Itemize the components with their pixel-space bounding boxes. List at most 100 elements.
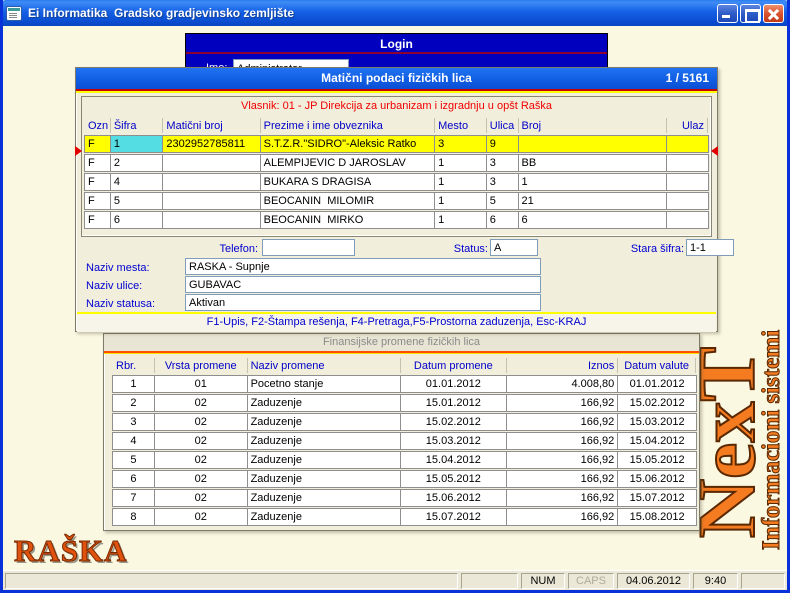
table-cell[interactable]: 166,92 xyxy=(507,471,619,487)
table-cell[interactable]: S.T.Z.R."SIDRO"-Aleksic Ratko xyxy=(261,136,436,152)
table-cell[interactable]: 15.03.2012 xyxy=(401,433,507,449)
naziv-mesta-input[interactable] xyxy=(185,258,541,275)
table-cell[interactable]: 6 xyxy=(111,212,164,228)
table-cell[interactable] xyxy=(519,136,668,152)
table-cell[interactable]: 15.03.2012 xyxy=(618,414,696,430)
table-cell[interactable]: 5 xyxy=(111,193,164,209)
table-cell[interactable]: 02 xyxy=(155,433,248,449)
table-cell[interactable]: 15.06.2012 xyxy=(618,471,696,487)
table-row[interactable]: 602Zaduzenje15.05.2012166,9215.06.2012 xyxy=(112,470,697,488)
table-cell[interactable]: 21 xyxy=(519,193,668,209)
table-cell[interactable]: Zaduzenje xyxy=(248,490,401,506)
status-input[interactable] xyxy=(490,239,538,256)
table-cell[interactable]: 02 xyxy=(155,395,248,411)
table-cell[interactable]: 166,92 xyxy=(507,509,619,525)
table-cell[interactable]: Zaduzenje xyxy=(248,433,401,449)
maximize-icon[interactable] xyxy=(740,4,761,23)
table-cell[interactable]: 166,92 xyxy=(507,395,619,411)
table-cell[interactable] xyxy=(163,212,260,228)
table-cell[interactable]: 15.08.2012 xyxy=(618,509,696,525)
table-row[interactable]: 302Zaduzenje15.02.2012166,9215.03.2012 xyxy=(112,413,697,431)
table-cell[interactable]: 15.07.2012 xyxy=(401,509,507,525)
table-cell[interactable]: 4.008,80 xyxy=(507,376,619,392)
table-cell[interactable]: 15.02.2012 xyxy=(618,395,696,411)
table-cell[interactable] xyxy=(667,136,708,152)
table-row[interactable]: 402Zaduzenje15.03.2012166,9215.04.2012 xyxy=(112,432,697,450)
table-cell[interactable]: 6 xyxy=(519,212,668,228)
table-cell[interactable]: Zaduzenje xyxy=(248,509,401,525)
table-cell[interactable]: 15.02.2012 xyxy=(401,414,507,430)
table-cell[interactable]: 4 xyxy=(113,433,155,449)
table-cell[interactable]: 4 xyxy=(111,174,164,190)
minimize-icon[interactable] xyxy=(717,4,738,23)
table-cell[interactable]: 6 xyxy=(487,212,519,228)
table-cell[interactable]: F xyxy=(85,174,111,190)
table-cell[interactable]: Zaduzenje xyxy=(248,395,401,411)
table-cell[interactable]: 1 xyxy=(435,193,487,209)
table-cell[interactable] xyxy=(667,174,708,190)
table-row[interactable]: F5BEOCANIN MILOMIR1521 xyxy=(84,192,709,210)
table-cell[interactable]: 01.01.2012 xyxy=(401,376,507,392)
table-cell[interactable]: 3 xyxy=(487,174,519,190)
table-cell[interactable]: 15.05.2012 xyxy=(618,452,696,468)
table-row[interactable]: F4BUKARA S DRAGISA131 xyxy=(84,173,709,191)
table-cell[interactable]: 166,92 xyxy=(507,433,619,449)
table-cell[interactable] xyxy=(667,193,708,209)
table-cell[interactable]: 02 xyxy=(155,471,248,487)
table-cell[interactable]: 1 xyxy=(435,174,487,190)
table-cell[interactable] xyxy=(163,174,260,190)
table-cell[interactable]: 02 xyxy=(155,490,248,506)
table-cell[interactable]: F xyxy=(85,136,111,152)
table-cell[interactable]: 15.04.2012 xyxy=(401,452,507,468)
table-cell[interactable]: F xyxy=(85,212,111,228)
table-cell[interactable]: 166,92 xyxy=(507,490,619,506)
table-cell[interactable]: 2302952785811 xyxy=(163,136,260,152)
table-cell[interactable]: 1 xyxy=(519,174,668,190)
stara-sifra-input[interactable] xyxy=(686,239,734,256)
table-row[interactable]: F2ALEMPIJEVIC D JAROSLAV13BB xyxy=(84,154,709,172)
table-cell[interactable] xyxy=(667,155,708,171)
table-cell[interactable]: BEOCANIN MILOMIR xyxy=(261,193,436,209)
close-icon[interactable] xyxy=(763,4,784,23)
table-cell[interactable]: 02 xyxy=(155,509,248,525)
table-cell[interactable]: 3 xyxy=(113,414,155,430)
table-cell[interactable]: 1 xyxy=(435,155,487,171)
table-row[interactable]: 802Zaduzenje15.07.2012166,9215.08.2012 xyxy=(112,508,697,526)
table-cell[interactable]: 3 xyxy=(435,136,487,152)
table-cell[interactable]: F xyxy=(85,193,111,209)
table-cell[interactable]: 15.01.2012 xyxy=(401,395,507,411)
naziv-ulice-input[interactable] xyxy=(185,276,541,293)
table-cell[interactable]: BEOCANIN MIRKO xyxy=(261,212,436,228)
table-cell[interactable]: 2 xyxy=(113,395,155,411)
table-row[interactable]: 702Zaduzenje15.06.2012166,9215.07.2012 xyxy=(112,489,697,507)
table-cell[interactable]: 15.05.2012 xyxy=(401,471,507,487)
table-cell[interactable]: 3 xyxy=(487,155,519,171)
table-cell[interactable] xyxy=(667,212,708,228)
table-cell[interactable]: 1 xyxy=(111,136,164,152)
table-row[interactable]: F12302952785811S.T.Z.R."SIDRO"-Aleksic R… xyxy=(84,135,709,153)
table-cell[interactable]: 5 xyxy=(487,193,519,209)
telefon-input[interactable] xyxy=(262,239,355,256)
table-cell[interactable]: 01 xyxy=(155,376,248,392)
table-cell[interactable]: 02 xyxy=(155,452,248,468)
naziv-statusa-input[interactable] xyxy=(185,294,541,311)
table-cell[interactable]: 02 xyxy=(155,414,248,430)
table-row[interactable]: 202Zaduzenje15.01.2012166,9215.02.2012 xyxy=(112,394,697,412)
table-cell[interactable] xyxy=(163,155,260,171)
table-cell[interactable]: 1 xyxy=(113,376,155,392)
table-cell[interactable]: 15.07.2012 xyxy=(618,490,696,506)
table-cell[interactable]: 01.01.2012 xyxy=(618,376,696,392)
table-cell[interactable]: Zaduzenje xyxy=(248,471,401,487)
table-cell[interactable]: BB xyxy=(519,155,668,171)
table-cell[interactable]: Pocetno stanje xyxy=(248,376,401,392)
table-cell[interactable]: 5 xyxy=(113,452,155,468)
table-cell[interactable]: ALEMPIJEVIC D JAROSLAV xyxy=(261,155,436,171)
table-cell[interactable]: 166,92 xyxy=(507,414,619,430)
table-cell[interactable]: 15.04.2012 xyxy=(618,433,696,449)
table-cell[interactable]: BUKARA S DRAGISA xyxy=(261,174,436,190)
table-row[interactable]: 101Pocetno stanje01.01.20124.008,8001.01… xyxy=(112,375,697,393)
table-row[interactable]: F6BEOCANIN MIRKO166 xyxy=(84,211,709,229)
table-cell[interactable]: 15.06.2012 xyxy=(401,490,507,506)
table-cell[interactable]: Zaduzenje xyxy=(248,414,401,430)
table-row[interactable]: 502Zaduzenje15.04.2012166,9215.05.2012 xyxy=(112,451,697,469)
